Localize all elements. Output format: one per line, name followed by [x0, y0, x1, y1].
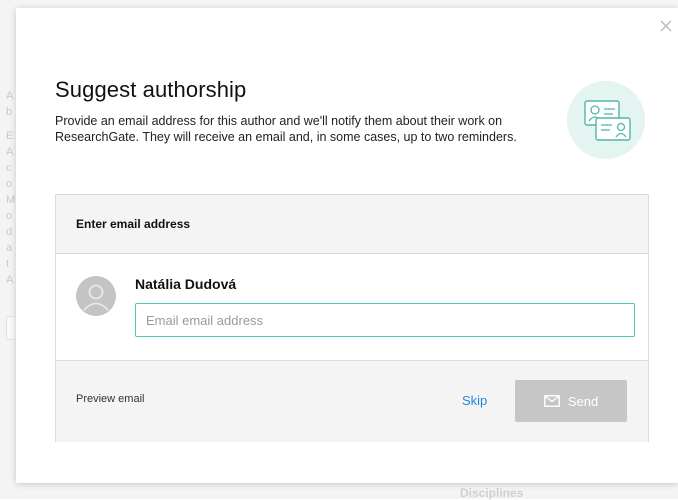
email-entry-panel: Enter email address Natália Dudová Previ…	[55, 194, 649, 442]
background-section-label: Disciplines	[460, 486, 524, 500]
send-button-label: Send	[567, 393, 599, 409]
background-box	[6, 316, 15, 340]
close-icon[interactable]	[658, 18, 674, 34]
panel-header-label: Enter email address	[76, 217, 191, 231]
panel-header: Enter email address	[56, 195, 648, 254]
suggest-authorship-dialog: Suggest authorship Provide an email addr…	[16, 8, 678, 483]
dialog-title: Suggest authorship	[55, 77, 247, 102]
contact-cards-icon	[566, 80, 646, 160]
preview-email-link[interactable]: Preview email	[76, 393, 144, 405]
email-input[interactable]	[135, 303, 635, 337]
envelope-icon	[543, 395, 560, 407]
avatar-placeholder-icon	[76, 276, 116, 316]
dialog-description: Provide an email address for this author…	[55, 114, 517, 144]
send-button[interactable]: Send	[515, 380, 627, 422]
author-row: Natália Dudová	[56, 254, 648, 360]
author-name: Natália Dudová	[135, 276, 237, 292]
skip-link[interactable]: Skip	[462, 393, 487, 408]
panel-footer: Preview email Skip Send	[56, 360, 648, 442]
